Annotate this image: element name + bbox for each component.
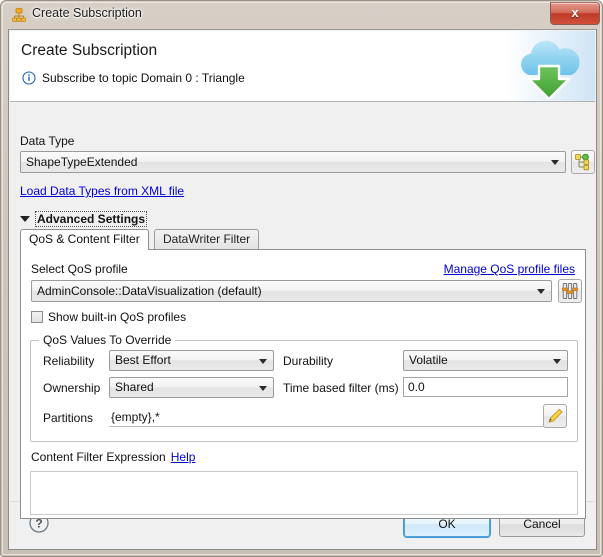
tab-label: QoS & Content Filter <box>29 232 140 246</box>
type-hierarchy-button[interactable] <box>571 150 595 174</box>
type-hierarchy-icon <box>572 153 594 176</box>
advanced-settings-label: Advanced Settings <box>35 211 148 227</box>
partitions-value: {empty},* <box>111 410 160 424</box>
dialog-window: Create Subscription x Create Subscriptio… <box>0 0 603 557</box>
ownership-value: Shared <box>115 380 154 394</box>
manage-qos-profile-files-link[interactable]: Manage QoS profile files <box>444 262 575 276</box>
durability-combo[interactable]: Volatile <box>403 350 568 371</box>
reliability-combo[interactable]: Best Effort <box>109 350 274 371</box>
tab-panel-qos-content-filter: Select QoS profile Manage QoS profile fi… <box>20 249 586 519</box>
data-type-label: Data Type <box>20 134 75 148</box>
chevron-down-icon <box>20 216 30 222</box>
show-builtin-qos-label: Show built-in QoS profiles <box>48 310 187 324</box>
qos-values-group: QoS Values To Override Reliability Best … <box>30 333 578 442</box>
select-qos-profile-label: Select QoS profile <box>31 262 128 276</box>
node-tree-icon <box>11 7 27 23</box>
partitions-input[interactable]: {empty},* <box>109 408 561 427</box>
chevron-down-icon <box>551 160 559 165</box>
chevron-down-icon <box>259 358 267 364</box>
title-bar: Create Subscription x <box>1 1 603 29</box>
durability-value: Volatile <box>409 353 448 367</box>
time-based-filter-label: Time based filter (ms) <box>283 381 399 395</box>
edit-partitions-button[interactable] <box>543 404 567 428</box>
chevron-down-icon <box>553 358 561 364</box>
partitions-label: Partitions <box>43 411 94 425</box>
window-title: Create Subscription <box>32 6 142 20</box>
qos-settings-button[interactable] <box>558 279 582 303</box>
chevron-down-icon <box>259 385 267 391</box>
tab-folder: QoS & Content Filter DataWriter Filter S… <box>20 229 586 519</box>
banner-subtitle: Subscribe to topic Domain 0 : Triangle <box>42 71 245 85</box>
qos-profile-combo[interactable]: AdminConsole::DataVisualization (default… <box>31 280 552 302</box>
sliders-icon <box>559 283 581 305</box>
pencil-icon <box>544 408 566 430</box>
reliability-value: Best Effort <box>115 353 171 367</box>
content-filter-header: Content Filter Expression Help <box>31 450 195 464</box>
tab-datawriter-filter[interactable]: DataWriter Filter <box>154 229 260 249</box>
data-type-value: ShapeTypeExtended <box>26 155 138 169</box>
header-banner: Create Subscription Subscribe to topic D… <box>10 31 595 102</box>
dialog-client: Create Subscription Subscribe to topic D… <box>8 29 597 550</box>
reliability-label: Reliability <box>43 354 95 368</box>
chevron-down-icon <box>537 289 545 294</box>
info-icon <box>22 71 36 85</box>
banner-title: Create Subscription <box>21 42 158 59</box>
time-based-filter-input[interactable]: 0.0 <box>403 377 568 397</box>
close-button[interactable]: x <box>550 2 600 25</box>
content-filter-help-link[interactable]: Help <box>171 450 196 464</box>
load-data-types-link[interactable]: Load Data Types from XML file <box>20 184 184 198</box>
content-filter-expression-input[interactable] <box>30 471 578 515</box>
cloud-download-icon <box>507 31 595 101</box>
tab-qos-content-filter[interactable]: QoS & Content Filter <box>20 229 149 250</box>
close-icon: x <box>571 5 579 20</box>
advanced-settings-toggle[interactable]: Advanced Settings <box>20 211 148 227</box>
qos-values-group-title: QoS Values To Override <box>39 333 176 347</box>
banner-subtitle-row: Subscribe to topic Domain 0 : Triangle <box>22 71 245 85</box>
ownership-combo[interactable]: Shared <box>109 377 274 398</box>
content-filter-label: Content Filter Expression <box>31 450 166 464</box>
show-builtin-qos-checkbox[interactable]: Show built-in QoS profiles <box>31 310 186 324</box>
qos-profile-value: AdminConsole::DataVisualization (default… <box>37 284 262 298</box>
ownership-label: Ownership <box>43 381 101 395</box>
time-based-filter-value: 0.0 <box>408 380 425 394</box>
durability-label: Durability <box>283 354 334 368</box>
data-type-combo[interactable]: ShapeTypeExtended <box>20 151 566 173</box>
tab-label: DataWriter Filter <box>163 232 251 246</box>
checkbox-box <box>31 311 43 323</box>
